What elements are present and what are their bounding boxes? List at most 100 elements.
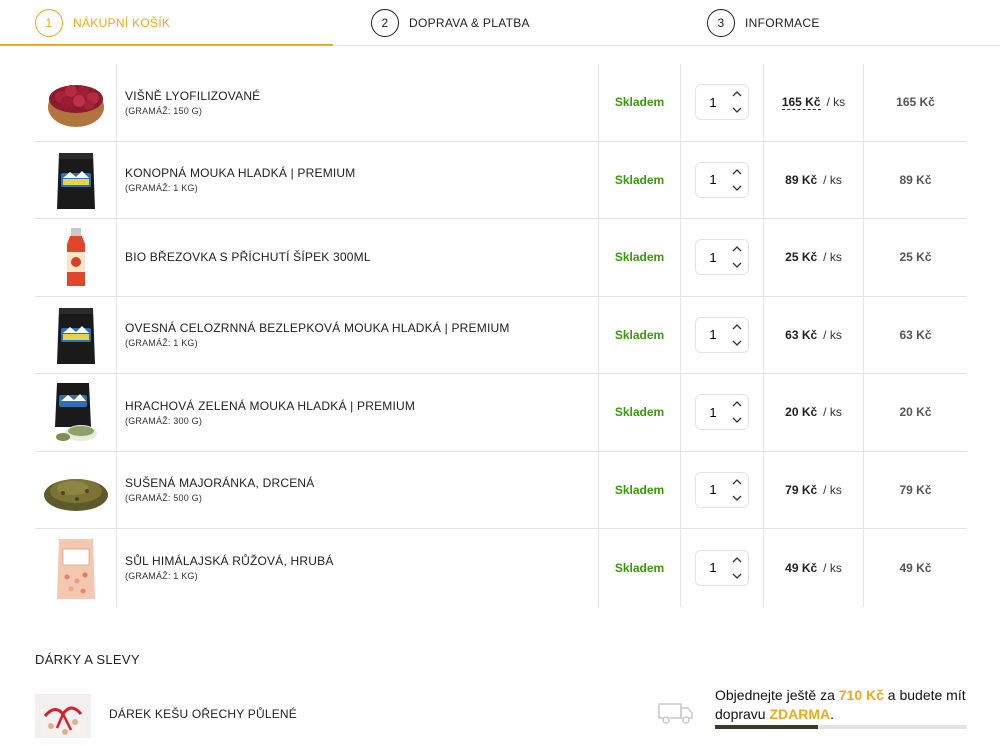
unit-price: 89 Kč xyxy=(785,172,818,187)
chevron-down-icon[interactable] xyxy=(730,103,744,117)
quantity-cell xyxy=(681,374,764,451)
chevron-up-icon[interactable] xyxy=(730,475,744,489)
price-unit: / ks xyxy=(823,405,842,420)
unit-price-cell: 49 Kč / ks xyxy=(764,529,864,607)
product-image-cell xyxy=(35,451,117,528)
product-image[interactable] xyxy=(43,535,109,601)
chevron-up-icon[interactable] xyxy=(730,553,744,567)
table-row: BIO BŘEZOVKA S PŘÍCHUTÍ ŠÍPEK 300ML Skla… xyxy=(35,219,967,297)
quantity-cell xyxy=(681,451,764,528)
chevron-up-icon[interactable] xyxy=(730,320,744,334)
line-total: 25 Kč xyxy=(899,250,932,265)
product-name[interactable]: SUŠENÁ MAJORÁNKA, DRCENÁ xyxy=(125,476,315,490)
step-cart[interactable]: 1 NÁKUPNÍ KOŠÍK xyxy=(35,0,170,46)
chevron-down-icon[interactable] xyxy=(730,413,744,427)
chevron-down-icon[interactable] xyxy=(730,181,744,195)
chevron-up-icon[interactable] xyxy=(730,242,744,256)
product-name[interactable]: KONOPNÁ MOUKA HLADKÁ | PREMIUM xyxy=(125,166,356,180)
free-label: ZDARMA xyxy=(769,706,831,722)
quantity-cell xyxy=(681,141,764,218)
stock-status: Skladem xyxy=(599,451,681,528)
price-unit: / ks xyxy=(826,95,846,110)
product-name[interactable]: HRACHOVÁ ZELENÁ MOUKA HLADKÁ | PREMIUM xyxy=(125,399,415,413)
product-name-cell: OVESNÁ CELOZRNNÁ BEZLEPKOVÁ MOUKA HLADKÁ… xyxy=(117,296,599,373)
quantity-cell xyxy=(681,64,764,141)
unit-price-cell: 89 Kč / ks xyxy=(764,141,864,218)
chevron-down-icon[interactable] xyxy=(730,569,744,583)
product-name[interactable]: BIO BŘEZOVKA S PŘÍCHUTÍ ŠÍPEK 300ML xyxy=(125,250,371,264)
line-total: 79 Kč xyxy=(899,482,932,497)
product-name-cell: SŮL HIMÁLAJSKÁ RŮŽOVÁ, HRUBÁ (GRAMÁŽ: 1 … xyxy=(117,529,599,607)
unit-price: 25 Kč xyxy=(785,250,818,265)
product-image[interactable] xyxy=(43,147,109,213)
price-unit: / ks xyxy=(823,482,842,497)
chevron-up-icon[interactable] xyxy=(730,397,744,411)
quantity-input[interactable] xyxy=(696,560,728,576)
chevron-down-icon[interactable] xyxy=(730,491,744,505)
unit-price: 79 Kč xyxy=(785,482,818,497)
product-variant: (GRAMÁŽ: 500 G) xyxy=(125,493,203,504)
product-name-cell: HRACHOVÁ ZELENÁ MOUKA HLADKÁ | PREMIUM (… xyxy=(117,374,599,451)
price-unit: / ks xyxy=(823,172,842,187)
quantity-cell xyxy=(681,296,764,373)
step-number: 1 xyxy=(35,9,63,37)
quantity-input[interactable] xyxy=(696,249,728,265)
unit-price-cell: 79 Kč / ks xyxy=(764,451,864,528)
unit-price: 49 Kč xyxy=(785,560,818,575)
quantity-stepper xyxy=(695,549,749,586)
free-shipping-progress xyxy=(715,725,967,729)
table-row: HRACHOVÁ ZELENÁ MOUKA HLADKÁ | PREMIUM (… xyxy=(35,374,967,452)
stock-status: Skladem xyxy=(599,529,681,607)
quantity-stepper xyxy=(695,471,749,508)
quantity-stepper xyxy=(695,161,749,198)
step-label: INFORMACE xyxy=(745,16,820,30)
product-image-cell xyxy=(35,296,117,373)
product-image[interactable] xyxy=(43,302,109,368)
product-name[interactable]: VIŠNĚ LYOFILIZOVANÉ xyxy=(125,89,260,103)
product-variant: (GRAMÁŽ: 150 G) xyxy=(125,105,203,116)
stock-status: Skladem xyxy=(599,296,681,373)
table-row: SUŠENÁ MAJORÁNKA, DRCENÁ (GRAMÁŽ: 500 G)… xyxy=(35,451,967,529)
quantity-input[interactable] xyxy=(696,482,728,498)
product-image[interactable] xyxy=(43,379,109,445)
quantity-cell xyxy=(681,219,764,296)
product-image-cell xyxy=(35,529,117,607)
table-row: KONOPNÁ MOUKA HLADKÁ | PREMIUM (GRAMÁŽ: … xyxy=(35,141,967,219)
product-image[interactable] xyxy=(43,69,109,135)
chevron-up-icon[interactable] xyxy=(730,87,744,101)
product-image-cell xyxy=(35,141,117,218)
line-total: 63 Kč xyxy=(899,327,932,342)
product-name[interactable]: SŮL HIMÁLAJSKÁ RŮŽOVÁ, HRUBÁ xyxy=(125,554,334,568)
product-variant: (GRAMÁŽ: 1 KG) xyxy=(125,338,198,349)
product-image-cell xyxy=(35,374,117,451)
product-image[interactable] xyxy=(43,457,109,523)
product-name[interactable]: OVESNÁ CELOZRNNÁ BEZLEPKOVÁ MOUKA HLADKÁ… xyxy=(125,321,510,335)
stock-status: Skladem xyxy=(599,141,681,218)
quantity-stepper xyxy=(695,316,749,353)
unit-price-cell: 165 Kč / ks xyxy=(764,64,864,141)
quantity-input[interactable] xyxy=(696,172,728,188)
chevron-down-icon[interactable] xyxy=(730,258,744,272)
step-shipping-payment[interactable]: 2 DOPRAVA & PLATBA xyxy=(371,0,530,46)
quantity-stepper xyxy=(695,84,749,121)
quantity-input[interactable] xyxy=(696,327,728,343)
step-number: 2 xyxy=(371,9,399,37)
step-label: DOPRAVA & PLATBA xyxy=(409,16,530,30)
product-variant: (GRAMÁŽ: 1 KG) xyxy=(125,571,198,582)
chevron-down-icon[interactable] xyxy=(730,336,744,350)
unit-price-cell: 63 Kč / ks xyxy=(764,296,864,373)
price-unit: / ks xyxy=(823,327,842,342)
quantity-input[interactable] xyxy=(696,404,728,420)
table-row: VIŠNĚ LYOFILIZOVANÉ (GRAMÁŽ: 150 G) Skla… xyxy=(35,64,967,142)
line-total: 165 Kč xyxy=(896,95,935,110)
stock-status: Skladem xyxy=(599,64,681,141)
quantity-input[interactable] xyxy=(696,94,728,110)
price-unit: / ks xyxy=(823,250,842,265)
step-information[interactable]: 3 INFORMACE xyxy=(707,0,820,46)
chevron-up-icon[interactable] xyxy=(730,165,744,179)
product-variant: (GRAMÁŽ: 300 G) xyxy=(125,415,203,426)
step-label: NÁKUPNÍ KOŠÍK xyxy=(73,16,171,30)
product-image[interactable] xyxy=(43,224,109,290)
truck-icon xyxy=(658,703,693,724)
active-step-underline xyxy=(0,44,333,46)
